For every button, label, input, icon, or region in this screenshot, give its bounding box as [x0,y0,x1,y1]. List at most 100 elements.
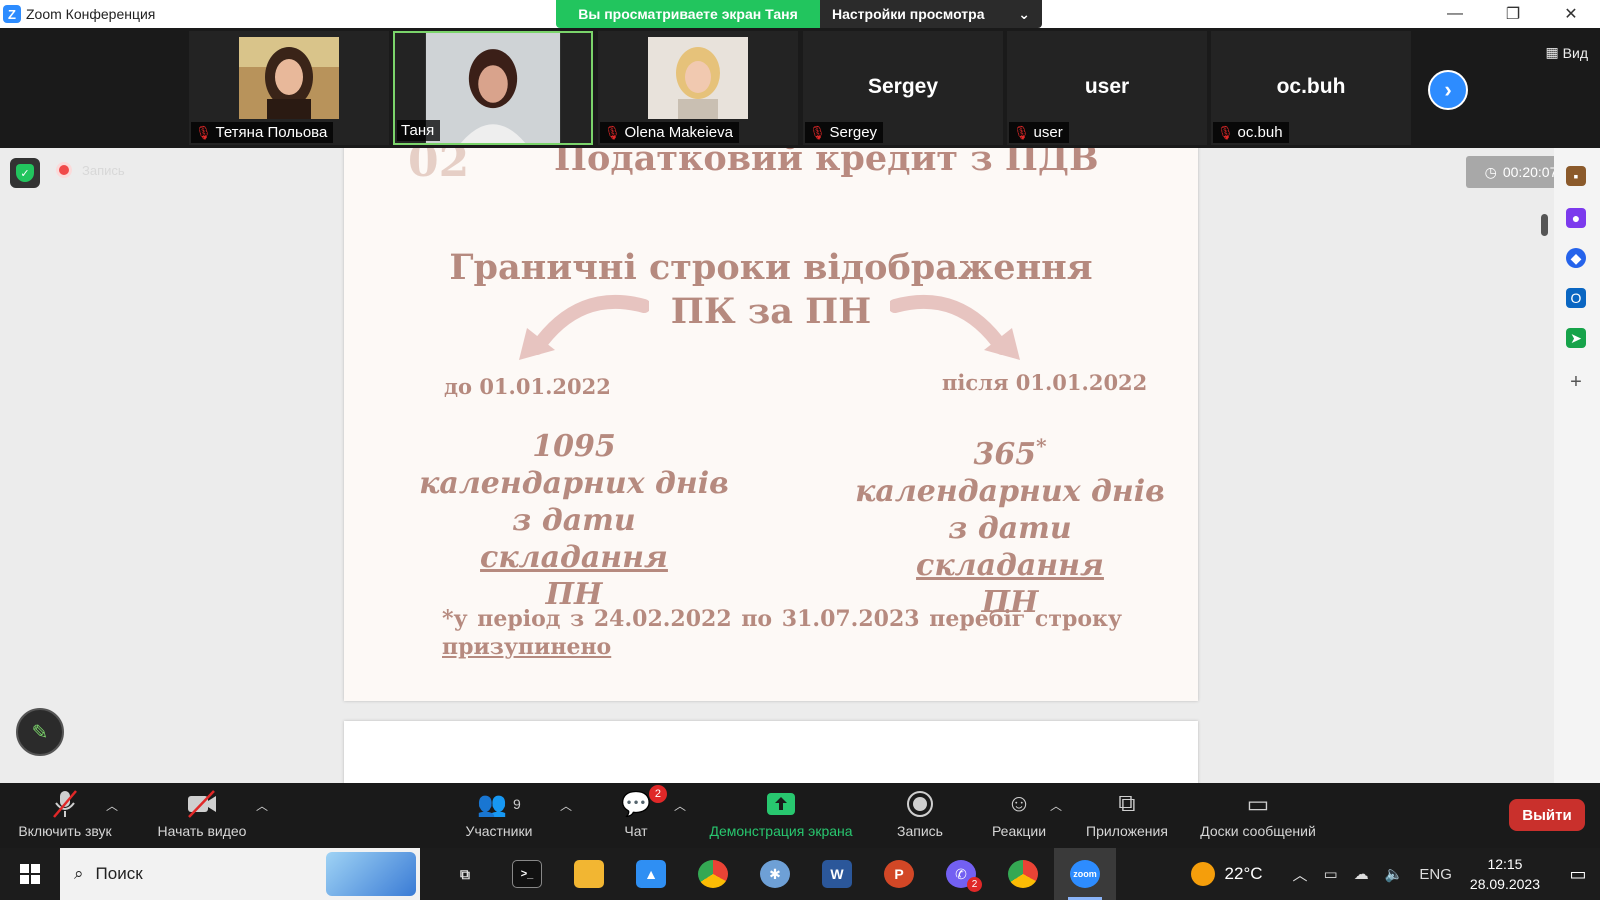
close-button[interactable]: ✕ [1542,0,1600,28]
record-icon [906,789,934,819]
whiteboards-button[interactable]: ▭ Доски сообщений [1192,789,1324,840]
participant-tile[interactable]: 🎙 Olena Makeieva [598,31,798,145]
participant-tile[interactable]: oc.buh 🎙 oc.buh [1211,31,1411,145]
people-app-icon[interactable]: ● [1566,208,1586,228]
viewing-screen-label: Вы просматриваете экран Таня [556,0,820,28]
terminal-icon: >_ [512,860,542,888]
word-app[interactable]: W [806,848,868,900]
language-indicator[interactable]: ENG [1419,866,1452,883]
participant-tile-active[interactable]: Таня [393,31,593,145]
add-icon[interactable]: + [1566,371,1586,393]
volume-icon[interactable]: 🔈 [1385,865,1404,883]
scrollbar-thumb[interactable] [1541,214,1548,236]
next-slide-preview [344,721,1198,783]
apps-icon: ⧉ [1118,790,1136,817]
sun-icon [1190,862,1215,886]
restore-button[interactable]: ❐ [1484,0,1542,28]
cloud-icon[interactable]: ☁ [1354,865,1369,883]
chevron-up-icon[interactable]: ︿ [1293,864,1308,885]
powerpoint-app[interactable]: P [868,848,930,900]
pinned-apps: ⧉ >_ ▲ ✱ W P ✆ 2 zoom [434,848,1116,900]
participant-photo [239,37,339,119]
side-app-bar: ▪ ● ◆ O ➤ + [1554,148,1600,783]
word-icon: W [822,860,852,888]
chat-bubble-icon: 💬 [621,790,651,818]
start-button[interactable] [0,848,60,900]
video-options-caret[interactable]: ︿ [256,797,268,814]
search-icon: ⌕ [74,864,84,883]
participant-display-name: Sergey [867,75,939,98]
windows-logo-icon [20,864,40,884]
recording-indicator: Запись [56,162,125,178]
annotate-button[interactable]: ✎ [16,708,64,756]
next-page-button[interactable]: › [1428,70,1468,110]
task-view-icon: ⧉ [460,865,470,882]
title-bar: Z Zoom Конференция Вы просматриваете экр… [0,0,1600,28]
meeting-toolbar: Включить звук ︿ Начать видео ︿ 👥 9 Участн… [0,783,1600,848]
mic-muted-icon: 🎙 [195,124,212,140]
share-screen-button[interactable]: Демонстрация экрана [702,789,860,839]
mic-muted-icon: 🎙 [1217,124,1234,140]
mic-muted-icon: 🎙 [1013,124,1030,140]
file-explorer-app[interactable] [558,848,620,900]
participant-name-tag: 🎙 Olena Makeieva [600,122,739,143]
slide-number: 02 [408,148,470,187]
clock-icon: ◷ [1484,163,1497,180]
search-highlight-image [326,852,416,896]
participant-tile[interactable]: user 🎙 user [1007,31,1207,145]
chat-button[interactable]: 💬 2 Чат [616,785,667,839]
participant-tile[interactable]: Sergey 🎙 Sergey [803,31,1003,145]
battery-icon[interactable]: ▭ [1324,865,1338,883]
mic-muted-icon: 🎙 [809,124,826,140]
notification-center-icon[interactable]: ▭ [1556,864,1600,885]
minimize-button[interactable]: — [1426,0,1484,28]
participant-photo [648,37,748,119]
whiteboard-icon: ▭ [1246,790,1270,818]
paint-app[interactable]: ✱ [744,848,806,900]
folder-icon [574,860,604,888]
chrome-app[interactable] [682,848,744,900]
reactions-options-caret[interactable]: ︿ [1050,797,1062,814]
window-controls: — ❐ ✕ [1426,0,1600,28]
participants-options-caret[interactable]: ︿ [560,797,572,814]
copilot-icon[interactable]: ◆ [1566,248,1586,268]
outlook-icon[interactable]: O [1566,288,1586,308]
audio-options-caret[interactable]: ︿ [106,797,118,814]
apps-button[interactable]: ⧉ Приложения [1080,789,1174,839]
palette-icon: ✱ [760,860,790,888]
view-settings-dropdown[interactable]: Настройки просмотра ⌄ [820,0,1042,28]
left-date-label: до 01.01.2022 [444,374,611,399]
security-shield[interactable]: ✓ [10,158,40,188]
start-video-button[interactable]: Начать видео [152,789,252,839]
participants-button[interactable]: 👥 9 Участники [462,789,536,840]
participant-strip: 🎙 Тетяна Польова Таня 🎙 Olena Makeieva S… [0,28,1600,148]
zoom-app[interactable]: zoom [1054,848,1116,900]
participant-name-tag: Таня [397,120,441,141]
participant-name-tag: 🎙 Тетяна Польова [191,122,334,143]
weather-widget[interactable]: 22°C [1190,862,1263,886]
taskbar-clock[interactable]: 12:15 28.09.2023 [1470,854,1540,894]
send-app-icon[interactable]: ➤ [1566,328,1586,348]
taskbar-search[interactable]: ⌕ Поиск [60,848,420,900]
reactions-button[interactable]: ☺ Реакции [988,789,1050,839]
left-period-column: 1095 календарних днів з дати складання П… [419,429,729,612]
chat-options-caret[interactable]: ︿ [674,797,686,814]
slide-footnote-underlined: призупинено [442,634,612,660]
record-button[interactable]: Запись [892,789,948,839]
photos-app[interactable]: ▲ [620,848,682,900]
viber-app[interactable]: ✆ 2 [930,848,992,900]
participant-display-name: oc.buh [1276,75,1346,98]
view-button[interactable]: ▦ Вид [1545,44,1588,61]
briefcase-icon[interactable]: ▪ [1566,166,1586,186]
terminal-app[interactable]: >_ [496,848,558,900]
chrome-app-2[interactable] [992,848,1054,900]
participant-name-tag: 🎙 user [1009,122,1069,143]
grid-icon: ▦ [1545,44,1559,60]
video-off-icon [186,789,218,819]
unmute-button[interactable]: Включить звук [12,789,118,839]
task-view-button[interactable]: ⧉ [434,848,496,900]
share-screen-icon [766,789,796,819]
leave-button[interactable]: Выйти [1509,799,1585,831]
participant-tile[interactable]: 🎙 Тетяна Польова [189,31,389,145]
right-period-column: 365* календарних днів з дати складання П… [855,434,1165,620]
